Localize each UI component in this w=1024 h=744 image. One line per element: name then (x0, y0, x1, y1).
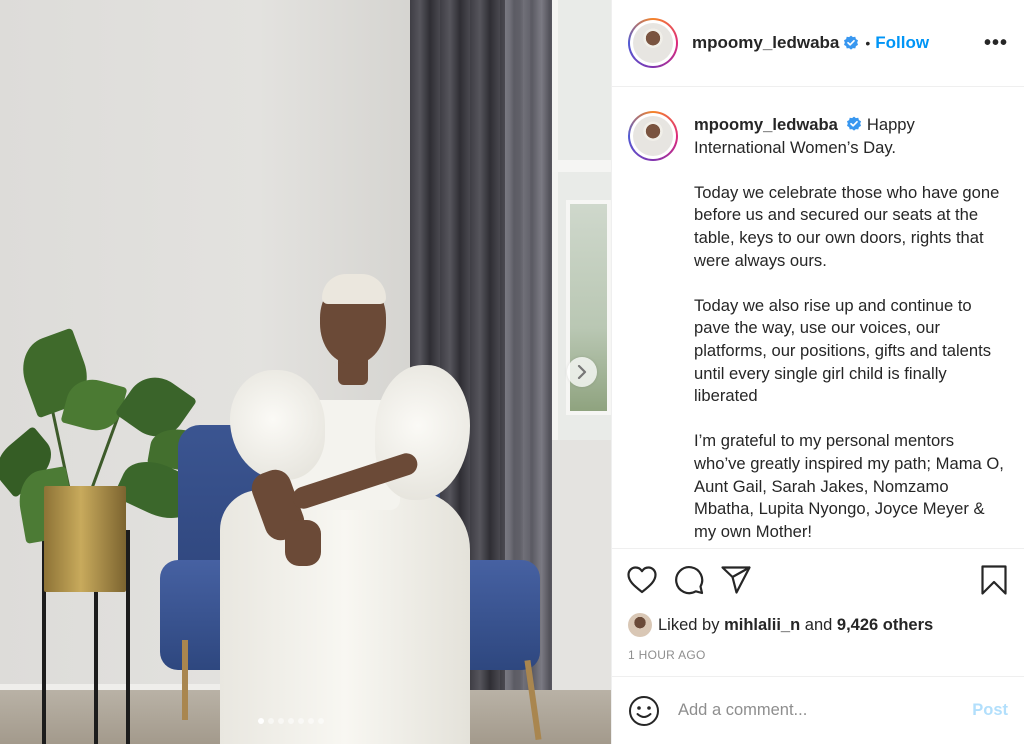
carousel-dot (288, 718, 294, 724)
comment-input[interactable] (678, 701, 973, 720)
carousel-dots (258, 718, 324, 724)
share-button[interactable] (720, 564, 752, 596)
bookmark-icon (981, 564, 1007, 595)
add-comment-bar: Post (612, 676, 1024, 744)
carousel-dot (268, 718, 274, 724)
chevron-right-icon (577, 365, 587, 379)
verified-badge-icon (846, 116, 861, 131)
white-dress (210, 365, 470, 744)
instagram-post: mpoomy_ledwaba • Follow ••• mpoomy_ledwa… (0, 0, 1024, 744)
post-image[interactable] (0, 0, 611, 744)
likes-summary: Liked by mihlalii_n and 9,426 others (612, 610, 1024, 640)
carousel-dot (308, 718, 314, 724)
carousel-dot (318, 718, 324, 724)
liker-avatar[interactable] (628, 613, 652, 637)
next-slide-button[interactable] (567, 357, 597, 387)
liker-username[interactable]: mihlalii_n (724, 616, 800, 635)
caption-avatar[interactable] (628, 111, 678, 161)
carousel-dot (278, 718, 284, 724)
verified-badge-icon (844, 35, 859, 50)
carousel-dot (258, 718, 264, 724)
save-button[interactable] (978, 564, 1010, 596)
like-button[interactable] (626, 564, 658, 596)
action-bar (612, 548, 1024, 610)
comment-button[interactable] (673, 564, 705, 596)
likes-count[interactable]: 9,426 others (837, 616, 933, 635)
comment-bubble-icon (675, 565, 704, 594)
post-comment-button[interactable]: Post (972, 701, 1008, 720)
smiley-icon[interactable] (628, 695, 660, 727)
follow-button[interactable]: Follow (875, 33, 929, 53)
caption-body: Happy International Women’s Day. Today w… (694, 115, 1004, 541)
paper-plane-icon (721, 565, 751, 594)
plant-pot (44, 486, 126, 592)
post-timestamp[interactable]: 1 HOUR AGO (612, 640, 1024, 676)
more-options-button[interactable]: ••• (984, 32, 1008, 55)
header-username[interactable]: mpoomy_ledwaba (692, 33, 839, 53)
header-separator: • (865, 35, 871, 51)
post-header: mpoomy_ledwaba • Follow ••• (612, 0, 1024, 87)
caption-username[interactable]: mpoomy_ledwaba (694, 115, 838, 134)
post-side-panel: mpoomy_ledwaba • Follow ••• mpoomy_ledwa… (611, 0, 1024, 744)
comments-area[interactable]: mpoomy_ledwaba Happy International Women’… (612, 87, 1024, 548)
caption: mpoomy_ledwaba Happy International Women’… (628, 111, 1008, 543)
avatar[interactable] (628, 18, 678, 68)
heart-icon (627, 565, 657, 593)
carousel-dot (298, 718, 304, 724)
